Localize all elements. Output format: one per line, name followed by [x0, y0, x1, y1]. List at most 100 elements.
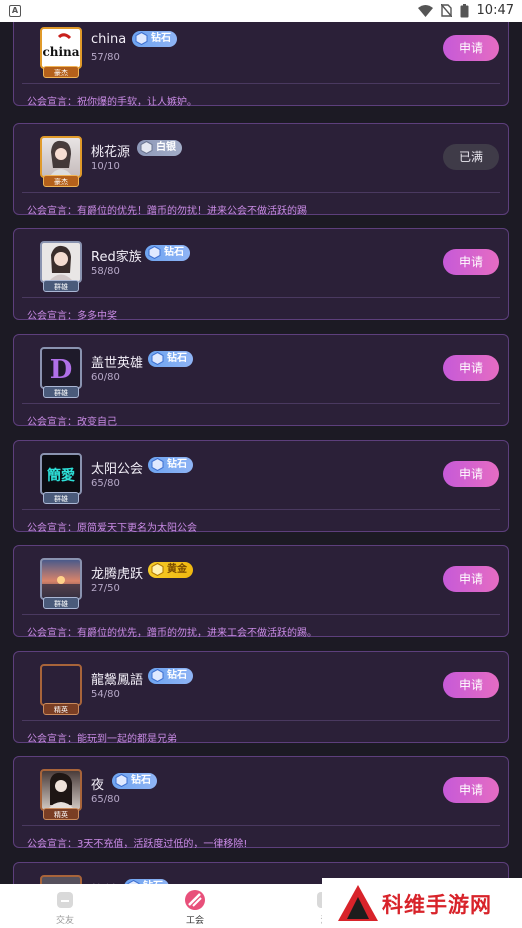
member-count: 54/80: [91, 689, 120, 700]
apply-button[interactable]: 申请: [443, 35, 499, 61]
guild-card[interactable]: china 豪杰 china 钻石 57/80 公会宣言：祝你爆的手软，让人嫉妒…: [13, 22, 509, 108]
guild-motto: 公会宣言：改变自己: [27, 417, 117, 428]
guild-motto: 公会宣言：有爵位的优先，蹭币的勿扰，进来工会不做活跃的踢。: [27, 628, 317, 639]
rank-badge: 精英: [43, 703, 79, 715]
rank-badge: 精英: [43, 808, 79, 820]
member-count: 58/80: [91, 266, 120, 277]
card-divider: [22, 825, 500, 826]
battery-icon: [460, 3, 469, 17]
guild-name: 太阳公会: [91, 462, 144, 477]
portrait-icon: [48, 772, 74, 809]
guild-icon: [185, 890, 205, 910]
wifi-icon: [417, 4, 433, 17]
site-watermark: 科维手游网: [322, 878, 522, 928]
guild-name: 桃花源: [91, 145, 131, 160]
guild-avatar: 精英: [38, 664, 84, 716]
member-count: 65/80: [91, 794, 120, 805]
member-count: 60/80: [91, 372, 120, 383]
guild-card[interactable]: 精英 龍鬶鳳語 钻石 54/80 公会宣言：能玩到一起的都是兄弟 申请: [13, 651, 509, 745]
guild-motto: 公会宣言：有爵位的优先！蹭币的勿扰！进来公会不做活跃的踢: [27, 206, 307, 217]
level-badge: 钻石: [145, 245, 190, 261]
guild-avatar: 豪杰: [38, 136, 84, 188]
guild-card[interactable]: 精英 夜 钻石 65/80 公会宣言：3天不充值，活跃度过低的，一律移除! 申请: [13, 756, 509, 850]
guild-name: china: [91, 32, 127, 47]
svg-text:D: D: [50, 355, 73, 385]
apply-button[interactable]: 申请: [443, 355, 499, 381]
status-bar: A 10:47: [0, 0, 522, 22]
sunset-image-icon: [42, 576, 80, 598]
china-logo-icon: china: [42, 33, 80, 59]
guild-avatar: [38, 875, 84, 884]
watermark-logo-icon: [338, 885, 378, 921]
card-divider: [22, 192, 500, 193]
rank-badge: 群雄: [43, 386, 79, 398]
diamond-icon: [135, 32, 148, 45]
level-badge: 钻石: [132, 31, 177, 47]
friends-icon: [57, 892, 73, 908]
gold-gem-icon: [151, 563, 164, 576]
full-button[interactable]: 已满: [443, 144, 499, 170]
guild-avatar: china 豪杰: [38, 27, 84, 79]
guild-card[interactable]: D 群雄 盖世英雄 钻石 60/80 公会宣言：改变自己 申请: [13, 334, 509, 428]
clock: 10:47: [476, 3, 514, 18]
guild-name: 夜: [91, 778, 105, 793]
card-divider: [22, 720, 500, 721]
guild-avatar: 精英: [38, 769, 84, 821]
card-divider: [22, 403, 500, 404]
svg-text:china: china: [42, 45, 79, 59]
diamond-icon: [115, 774, 128, 787]
jian-ai-logo-icon: 簡愛: [47, 467, 75, 484]
guild-motto: 公会宣言：祝你爆的手软，让人嫉妒。: [27, 97, 197, 108]
guild-name: Red家族: [91, 250, 142, 265]
guild-name: 龍鬶鳳語: [91, 673, 144, 688]
level-badge: 黄金: [148, 562, 193, 578]
guild-motto: 公会宣言：能玩到一起的都是兄弟: [27, 734, 177, 745]
card-divider: [22, 83, 500, 84]
guild-motto: 公会宣言：原简爱天下更名为太阳公会: [27, 523, 197, 534]
guild-card[interactable]: 群雄 Red家族 钻石 58/80 公会宣言：多多中奖 申请: [13, 228, 509, 322]
apply-button[interactable]: 申请: [443, 461, 499, 487]
silver-gem-icon: [140, 141, 153, 154]
diamond-icon: [151, 669, 164, 682]
rank-badge: 豪杰: [43, 175, 79, 187]
guild-avatar: 群雄: [38, 558, 84, 610]
portrait-icon: [49, 245, 73, 281]
level-badge: 白银: [137, 140, 182, 156]
apply-button[interactable]: 申请: [443, 566, 499, 592]
card-divider: [22, 614, 500, 615]
guild-list[interactable]: china 豪杰 china 钻石 57/80 公会宣言：祝你爆的手软，让人嫉妒…: [0, 22, 522, 884]
level-badge: 钻石: [112, 773, 157, 789]
guild-avatar: 簡愛 群雄: [38, 453, 84, 505]
no-sim-icon: [440, 4, 452, 17]
svg-text:簡愛: 簡愛: [47, 467, 75, 484]
level-badge: 钻石: [148, 457, 193, 473]
card-divider: [22, 297, 500, 298]
member-count: 65/80: [91, 478, 120, 489]
diamond-icon: [148, 246, 161, 259]
apply-button[interactable]: 申请: [443, 249, 499, 275]
guild-avatar: D 群雄: [38, 347, 84, 399]
rank-badge: 豪杰: [43, 66, 79, 78]
tab-guild[interactable]: 工会: [155, 886, 235, 926]
diamond-icon: [151, 352, 164, 365]
guild-avatar: 群雄: [38, 241, 84, 293]
guild-motto: 公会宣言：多多中奖: [27, 311, 117, 322]
guild-card[interactable]: 簡愛 群雄 太阳公会 钻石 65/80 公会宣言：原简爱天下更名为太阳公会 申请: [13, 440, 509, 534]
rank-badge: 群雄: [43, 597, 79, 609]
guild-card[interactable]: 豪杰 桃花源 白银 10/10 公会宣言：有爵位的优先！蹭币的勿扰！进来公会不做…: [13, 123, 509, 217]
member-count: 10/10: [91, 161, 120, 172]
d-logo-icon: D: [50, 355, 73, 385]
member-count: 57/80: [91, 52, 120, 63]
apply-button[interactable]: 申请: [443, 672, 499, 698]
app-notification-icon: A: [9, 5, 21, 17]
rank-badge: 群雄: [43, 492, 79, 504]
member-count: 27/50: [91, 583, 120, 594]
guild-name: 盖世英雄: [91, 356, 144, 371]
tab-friends[interactable]: 交友: [25, 886, 105, 926]
diamond-icon: [151, 458, 164, 471]
guild-card[interactable]: 群雄 龙腾虎跃 黄金 27/50 公会宣言：有爵位的优先，蹭币的勿扰，进来工会不…: [13, 545, 509, 639]
apply-button[interactable]: 申请: [443, 777, 499, 803]
portrait-icon: [50, 140, 72, 176]
level-badge: 钻石: [148, 351, 193, 367]
status-icons: 10:47: [417, 3, 514, 18]
